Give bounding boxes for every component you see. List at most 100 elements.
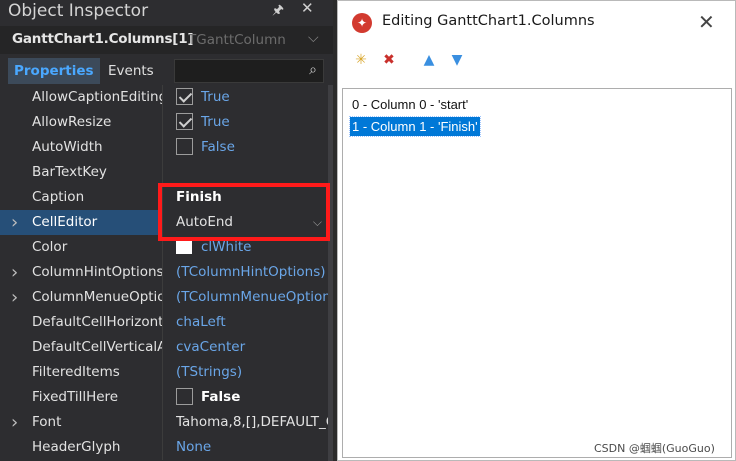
property-row[interactable]: ColumnMenueOptions› (TColumnMenueOptions) [0,285,328,310]
property-value[interactable]: cvaCenter [176,335,328,360]
columns-list[interactable]: 0 - Column 0 - 'start' 1 - Column 1 - 'Fi… [342,88,732,458]
column-divider [162,385,163,410]
close-icon[interactable]: ✕ [698,10,715,34]
chevron-right-icon[interactable]: › [11,260,18,285]
property-name[interactable]: Caption [0,185,162,210]
property-name[interactable]: DefaultCellVerticalAlignment [0,335,162,360]
watermark: CSDN @蝈蝈(GuoGuo) [594,442,715,455]
property-row[interactable]: AutoWidth False [0,135,328,160]
list-item[interactable]: 0 - Column 0 - 'start' [350,95,470,114]
property-value-text: True [201,89,230,105]
property-value[interactable]: False [176,385,328,410]
app-logo-icon: ✦ [352,13,372,33]
property-name[interactable]: AllowCaptionEditing [0,85,162,110]
property-grid: AllowCaptionEditing True AllowResize True Au… [0,85,328,461]
property-name[interactable]: Color [0,235,162,260]
property-name[interactable]: AllowResize [0,110,162,135]
list-item[interactable]: 1 - Column 1 - 'Finish' [349,116,481,137]
property-row[interactable]: HeaderGlyph None [0,435,328,460]
property-name[interactable]: HeaderGlyph [0,435,162,460]
property-name[interactable]: FixedTillHere [0,385,162,410]
move-up-icon[interactable]: ▲ [418,49,440,71]
tab-properties[interactable]: Properties [8,58,100,84]
column-divider [162,435,163,460]
search-input[interactable]: ⌕ [174,59,324,83]
column-divider [162,335,163,360]
checkbox[interactable] [176,88,193,105]
property-row[interactable]: DefaultCellVerticalAlignment cvaCenter [0,335,328,360]
inspector-titlebar: Object Inspector 🖈︎ ✕ [0,0,333,24]
property-value[interactable]: Tahoma,8,[],DEFAULT_CHARSET [176,410,328,435]
object-name: GanttChart1.Columns[1] [12,31,194,47]
property-name[interactable]: ColumnMenueOptions [0,285,162,310]
property-value-text: True [201,114,230,130]
property-value[interactable]: (TColumnHintOptions) [176,260,328,285]
property-value[interactable]: None [176,435,328,460]
scrollbar[interactable] [328,85,333,461]
column-divider [162,410,163,435]
dialog-titlebar: ✦ Editing GanttChart1.Columns ✕ [338,1,735,45]
property-value[interactable]: True [176,85,328,110]
column-divider [162,160,163,185]
chevron-right-icon[interactable]: › [11,410,18,435]
property-value[interactable]: False [176,135,328,160]
checkbox[interactable] [176,388,193,405]
property-value-text: False [201,139,235,155]
chevron-right-icon[interactable]: › [11,285,18,310]
property-row[interactable]: AllowResize True [0,110,328,135]
property-name[interactable]: ColumnHintOptions [0,260,162,285]
highlight-box [158,183,330,241]
property-value-text: chaLeft [176,314,226,330]
property-value[interactable]: chaLeft [176,310,328,335]
column-divider [162,135,163,160]
tab-events[interactable]: Events [102,58,160,84]
inspector-tabs: Properties Events ⌕ [0,58,333,84]
property-row[interactable]: FixedTillHere False [0,385,328,410]
property-value-text: cvaCenter [176,339,246,355]
checkbox[interactable] [176,138,193,155]
property-name[interactable]: FilteredItems [0,360,162,385]
pin-icon[interactable]: 🖈︎ [272,1,284,23]
dialog-toolbar: ✳ ✖ ▲ ▼ [338,45,735,77]
column-divider [162,285,163,310]
property-value[interactable]: (TStrings) [176,360,328,385]
property-value[interactable] [176,160,328,185]
column-divider [162,85,163,110]
close-icon[interactable]: ✕ [301,0,314,17]
object-selector[interactable]: GanttChart1.Columns[1] TGanttColumn ⌵ [0,26,333,54]
inspector-title: Object Inspector [8,1,149,21]
dialog-title: Editing GanttChart1.Columns [382,13,595,29]
column-divider [162,310,163,335]
property-row[interactable]: DefaultCellHorizontalAlignment chaLeft [0,310,328,335]
property-name[interactable]: Font [0,410,162,435]
object-type: TGanttColumn [188,32,286,48]
property-row[interactable]: Font› Tahoma,8,[],DEFAULT_CHARSET [0,410,328,435]
property-value-text: (TColumnMenueOptions) [176,289,328,305]
property-value-text: None [176,439,212,455]
property-value-text: False [201,389,241,405]
property-row[interactable]: AllowCaptionEditing True [0,85,328,110]
property-name[interactable]: BarTextKey [0,160,162,185]
move-down-icon[interactable]: ▼ [446,49,468,71]
checkbox[interactable] [176,113,193,130]
property-value[interactable]: (TColumnMenueOptions) [176,285,328,310]
property-row[interactable]: ColumnHintOptions › (TColumnHintOptions) [0,260,328,285]
property-value-text: (TStrings) [176,364,243,380]
property-name[interactable]: CellEditor [0,210,162,235]
delete-item-icon[interactable]: ✖ [378,49,400,71]
columns-editor-dialog: ✦ Editing GanttChart1.Columns ✕ ✳ ✖ ▲ ▼ … [337,0,736,461]
property-name[interactable]: AutoWidth [0,135,162,160]
chevron-right-icon[interactable]: › [11,210,18,235]
property-value-text: clWhite [201,239,252,255]
property-row[interactable]: FilteredItems (TStrings) [0,360,328,385]
chevron-down-icon[interactable]: ⌵ [308,30,319,46]
column-divider [162,110,163,135]
column-divider [162,260,163,285]
property-value[interactable]: True [176,110,328,135]
property-value-text: Tahoma,8,[],DEFAULT_CHARSET [176,414,328,430]
column-divider [162,360,163,385]
property-name[interactable]: DefaultCellHorizontalAlignment [0,310,162,335]
property-row[interactable]: BarTextKey [0,160,328,185]
search-icon[interactable]: ⌕ [309,62,317,78]
add-item-icon[interactable]: ✳ [350,49,372,71]
